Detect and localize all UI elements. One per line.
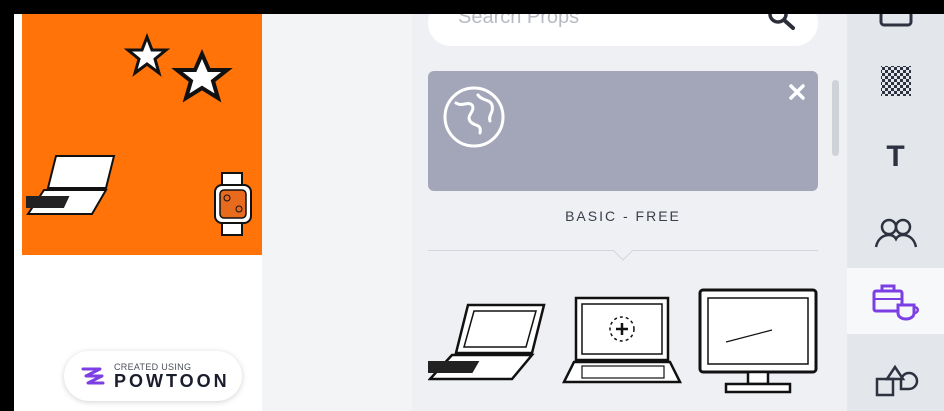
- texture-icon: [880, 66, 911, 96]
- monitor-prop[interactable]: [696, 286, 820, 396]
- text-icon: T: [886, 140, 905, 173]
- globe-icon: [443, 86, 505, 148]
- badge-text: CREATED USING POWTOON: [114, 362, 230, 390]
- powtoon-badge[interactable]: CREATED USING POWTOON: [64, 351, 242, 401]
- search-bar[interactable]: Search Props: [428, 14, 818, 46]
- props-icon: [872, 284, 919, 321]
- rail-item-shapes-2[interactable]: [847, 348, 944, 411]
- slide-preview-scene: [22, 14, 262, 255]
- watch-icon: [214, 172, 252, 236]
- scrollbar[interactable]: [832, 80, 839, 156]
- laptop-prop[interactable]: [428, 301, 548, 381]
- powtoon-logo-icon: [81, 367, 105, 385]
- search-icon[interactable]: [766, 14, 798, 32]
- stars-icon: [123, 32, 233, 103]
- slide-preview[interactable]: CREATED USING POWTOON: [14, 14, 262, 411]
- caret-down-icon: [613, 250, 633, 261]
- shapes-icon: [875, 364, 918, 397]
- canvas-area: [262, 14, 412, 411]
- rail-item-text[interactable]: T: [847, 124, 944, 190]
- category-card[interactable]: [428, 71, 818, 191]
- rail-item-characters[interactable]: [847, 200, 944, 266]
- props-panel: Search Props BASIC - FREE: [412, 14, 847, 411]
- rail-item-props[interactable]: [847, 268, 944, 334]
- close-icon[interactable]: [788, 83, 806, 101]
- characters-icon: [874, 218, 917, 248]
- laptop-add-prop[interactable]: [562, 296, 682, 386]
- tool-rail: T: [847, 14, 944, 411]
- shapes-icon: [879, 14, 912, 27]
- laptop-icon: [26, 155, 116, 215]
- rail-item-backgrounds[interactable]: [847, 48, 944, 114]
- badge-brand-text: POWTOON: [114, 371, 230, 391]
- rail-item-shapes[interactable]: [847, 14, 944, 44]
- category-label: BASIC - FREE: [565, 208, 681, 224]
- editor-frame: CREATED USING POWTOON Search Props BASIC…: [14, 14, 944, 411]
- search-input[interactable]: Search Props: [458, 14, 579, 29]
